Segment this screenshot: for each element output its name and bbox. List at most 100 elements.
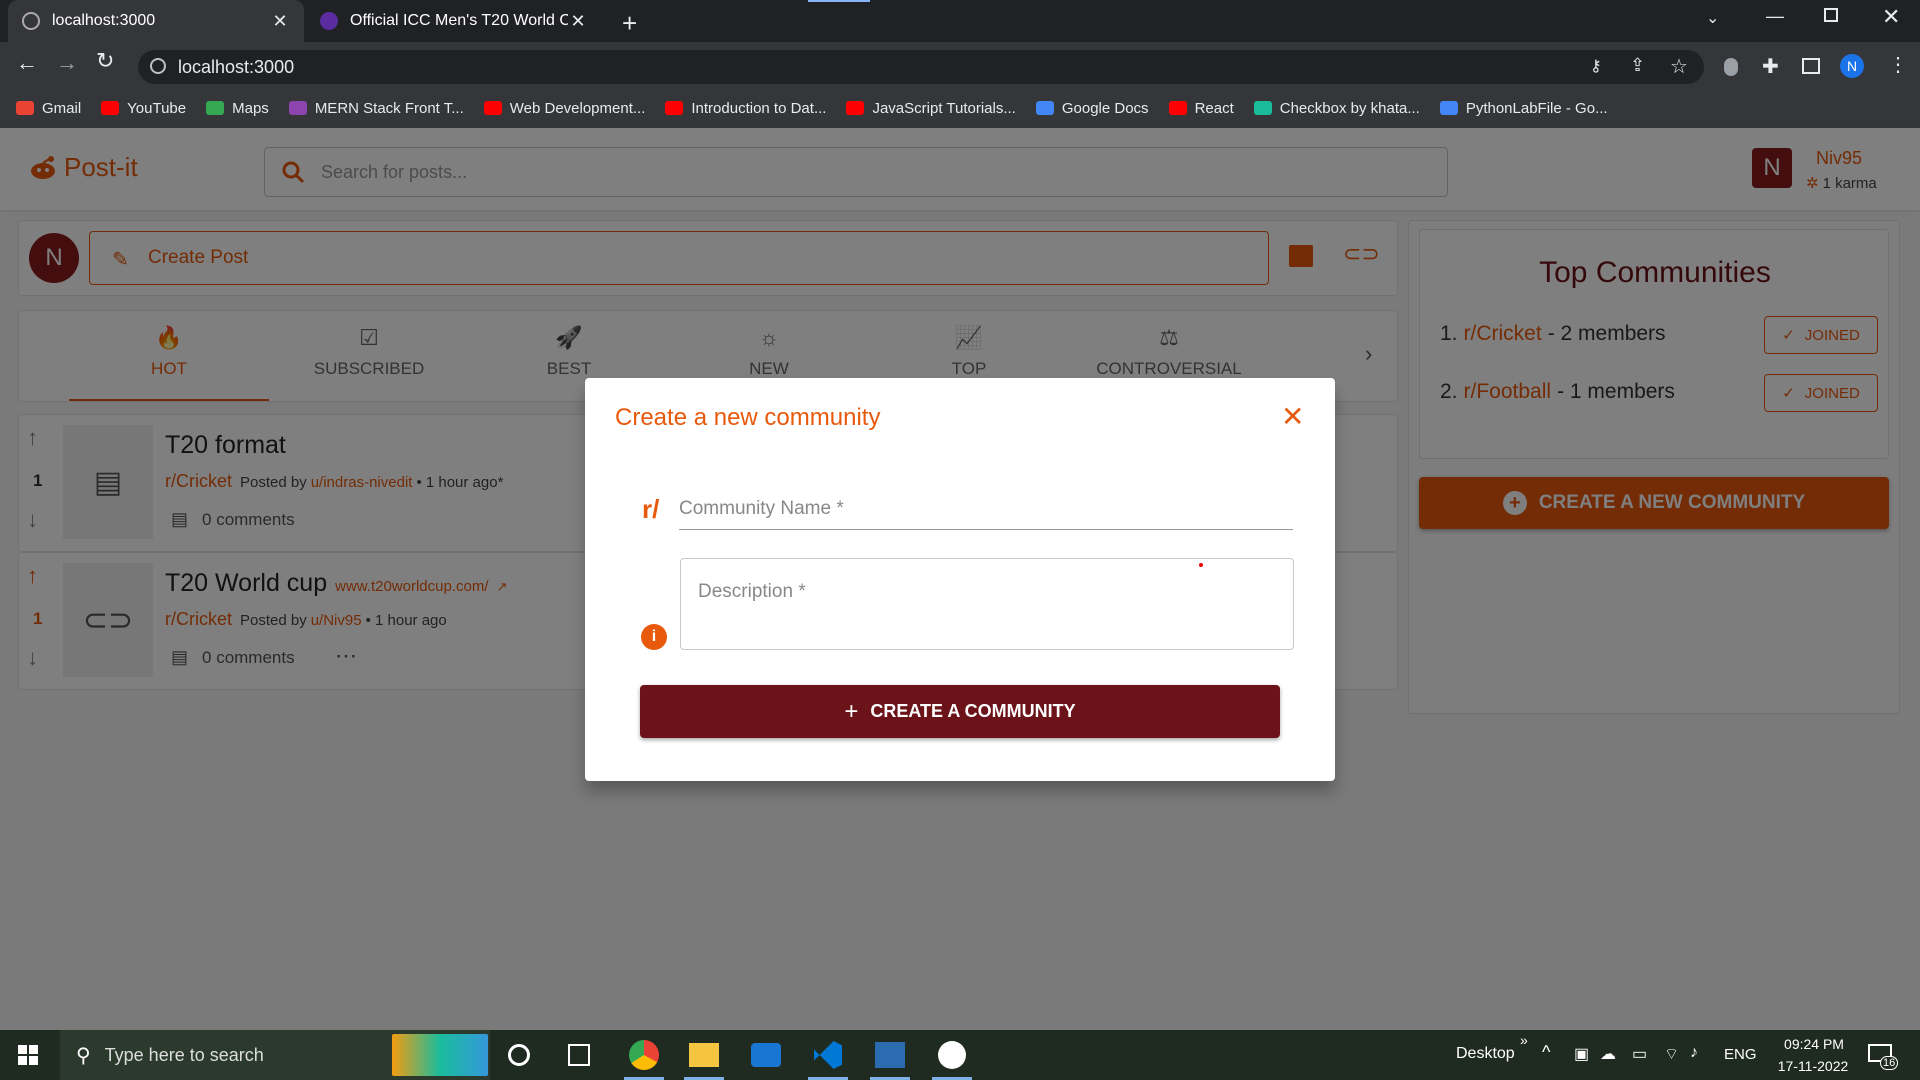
bookmark-favicon-icon	[665, 101, 684, 115]
onedrive-icon[interactable]: ☁	[1600, 1044, 1616, 1064]
chevron-up-icon[interactable]: ^	[1542, 1042, 1550, 1063]
icc-favicon-icon	[320, 12, 338, 30]
windows-taskbar: ⚲ Type here to search Desktop » ^ ▣ ☁ ▭ …	[0, 1030, 1920, 1080]
share-icon[interactable]: ⇪	[1630, 55, 1645, 76]
bookmark-label: Maps	[232, 99, 269, 117]
search-icon: ⚲	[76, 1044, 91, 1067]
taskbar-search-placeholder: Type here to search	[104, 1044, 264, 1065]
bookmark-item[interactable]: Checkbox by khata...	[1253, 99, 1420, 117]
bookmark-favicon-icon	[1439, 101, 1458, 115]
bookmark-label: Web Development...	[509, 99, 646, 117]
community-name-placeholder: Community Name *	[679, 498, 844, 519]
cursor-dot	[1199, 563, 1203, 567]
forward-icon[interactable]: →	[56, 50, 78, 76]
bookmark-label: Google Docs	[1061, 99, 1149, 117]
bookmark-label: YouTube	[127, 99, 187, 117]
bookmark-item[interactable]: PythonLabFile - Go...	[1439, 99, 1608, 117]
remote-desktop-icon[interactable]	[738, 1030, 794, 1080]
notification-count: 16	[1880, 1056, 1899, 1070]
clock-date[interactable]: 17-11-2022	[1768, 1058, 1858, 1074]
bookmark-label: MERN Stack Front T...	[314, 99, 464, 117]
browser-tab[interactable]: Official ICC Men's T20 World Cup ✕	[306, 0, 602, 42]
dialog-title: Create a new community	[615, 404, 881, 431]
puzzle-icon[interactable]: ✚	[1762, 54, 1779, 79]
clock-time[interactable]: 09:24 PM	[1774, 1036, 1854, 1052]
battery-icon[interactable]: ▭	[1632, 1044, 1647, 1064]
bookmarks-bar: Gmail YouTube Maps MERN Stack Front T... Web…	[0, 88, 1920, 128]
powershell-icon[interactable]	[862, 1030, 918, 1080]
extension-icon[interactable]	[1724, 58, 1738, 76]
close-tab-icon[interactable]: ✕	[568, 11, 588, 32]
bookmark-label: React	[1194, 99, 1234, 117]
bookmark-item[interactable]: MERN Stack Front T...	[288, 99, 464, 117]
bookmark-label: Gmail	[42, 99, 82, 117]
sidepanel-icon[interactable]	[1802, 58, 1820, 74]
wifi-icon[interactable]: ⌔	[1664, 1044, 1679, 1064]
profile-avatar[interactable]: N	[1840, 54, 1864, 78]
bookmark-favicon-icon	[1035, 101, 1054, 115]
bookmark-favicon-icon	[101, 101, 120, 115]
bookmark-favicon-icon	[288, 101, 307, 115]
bookmark-item[interactable]: YouTube	[101, 100, 186, 117]
tab-indicator	[808, 0, 870, 2]
bookmark-item[interactable]: Gmail	[16, 100, 81, 117]
volume-icon[interactable]: ♪	[1690, 1044, 1698, 1062]
chevron-down-icon[interactable]: ⌄	[1706, 8, 1719, 28]
create-a-community-label: CREATE A COMMUNITY	[870, 701, 1076, 721]
bookmark-item[interactable]: React	[1168, 99, 1234, 117]
mongodb-compass-icon[interactable]	[924, 1030, 980, 1080]
cortana-icon[interactable]	[508, 1044, 530, 1066]
chrome-taskbar-icon[interactable]	[616, 1030, 672, 1080]
new-tab-icon[interactable]: +	[622, 8, 637, 39]
bookmark-favicon-icon	[16, 101, 34, 115]
desktop-toolbar-label[interactable]: Desktop	[1456, 1045, 1515, 1063]
info-icon[interactable]	[150, 58, 166, 74]
bookmark-item[interactable]: Google Docs	[1035, 99, 1149, 117]
subreddit-prefix: r/	[642, 494, 660, 524]
bookmark-item[interactable]: Maps	[206, 100, 269, 117]
close-window-icon[interactable]: ✕	[1882, 4, 1900, 30]
bookmark-favicon-icon	[1168, 101, 1187, 115]
info-icon: i	[641, 624, 667, 650]
close-icon[interactable]: ✕	[1281, 400, 1304, 433]
bookmark-label: Checkbox by khata...	[1279, 99, 1420, 117]
community-name-input[interactable]: Community Name *	[679, 488, 1293, 530]
browser-tab-active[interactable]: localhost:3000 ✕	[8, 0, 304, 42]
browser-tabstrip: localhost:3000 ✕ Official ICC Men's T20 …	[0, 0, 1920, 42]
create-community-dialog: Create a new community ✕ r/ Community Na…	[585, 378, 1335, 781]
key-icon[interactable]: ⚷	[1590, 56, 1602, 76]
star-icon[interactable]: ☆	[1670, 54, 1688, 79]
file-explorer-icon[interactable]	[676, 1030, 732, 1080]
plus-icon: +	[844, 697, 859, 725]
task-view-icon[interactable]	[568, 1044, 590, 1066]
back-icon[interactable]: ←	[16, 50, 38, 76]
url-text[interactable]: localhost:3000	[178, 57, 294, 78]
bookmark-label: Introduction to Dat...	[691, 99, 827, 117]
reload-icon[interactable]: ↻	[96, 48, 114, 74]
description-placeholder: Description *	[698, 581, 806, 602]
windows-start-icon[interactable]	[18, 1045, 38, 1065]
tab-title: localhost:3000	[52, 12, 156, 29]
close-tab-icon[interactable]: ✕	[270, 11, 290, 32]
search-highlight-image	[392, 1034, 488, 1076]
address-bar[interactable]: localhost:3000 ⚷ ⇪ ☆	[138, 50, 1704, 84]
description-textarea[interactable]: Description *	[680, 558, 1294, 650]
bookmark-item[interactable]: JavaScript Tutorials...	[846, 99, 1016, 117]
bookmark-favicon-icon	[483, 101, 502, 115]
bookmark-favicon-icon	[846, 101, 865, 115]
minimize-icon[interactable]: —	[1766, 6, 1784, 27]
more-menu-icon[interactable]: ⋮	[1888, 52, 1908, 77]
restore-icon[interactable]	[1824, 8, 1838, 22]
bookmark-label: PythonLabFile - Go...	[1465, 99, 1608, 117]
meet-now-icon[interactable]: ▣	[1574, 1044, 1589, 1064]
bookmark-item[interactable]: Web Development...	[483, 99, 646, 117]
globe-icon	[22, 12, 40, 30]
chevron-double-right-icon[interactable]: »	[1520, 1032, 1528, 1048]
language-indicator[interactable]: ENG	[1724, 1046, 1757, 1063]
bookmark-label: JavaScript Tutorials...	[872, 99, 1016, 117]
tab-title: Official ICC Men's T20 World Cup	[350, 12, 568, 29]
bookmark-favicon-icon	[206, 101, 225, 115]
create-a-community-button[interactable]: + CREATE A COMMUNITY	[640, 685, 1280, 738]
bookmark-item[interactable]: Introduction to Dat...	[665, 100, 826, 117]
vscode-icon[interactable]	[800, 1030, 856, 1080]
